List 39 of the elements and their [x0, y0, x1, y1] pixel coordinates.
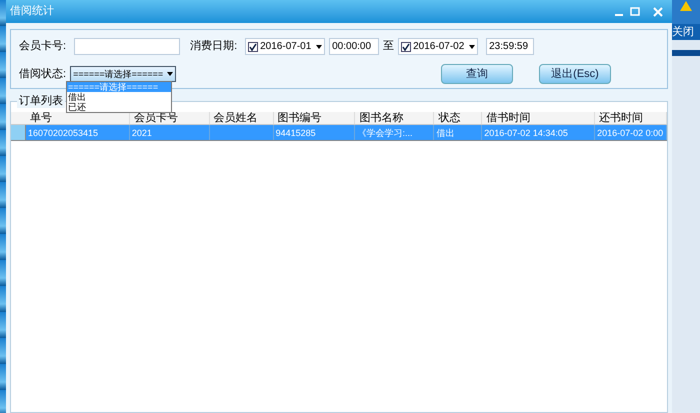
column-header[interactable]: 还书时间 [595, 112, 667, 124]
checkbox[interactable] [401, 42, 412, 52]
time-field[interactable]: 00:00:00 [329, 38, 380, 55]
panel-bar [672, 50, 700, 56]
field-label: 会员卡号: [19, 39, 66, 54]
table-cell: 94415285 [276, 128, 316, 138]
caret-icon [469, 44, 476, 48]
date-picker[interactable]: 2016-07-02 [398, 38, 478, 55]
caret-icon [316, 44, 322, 48]
card-number-field[interactable] [74, 38, 180, 55]
column-header[interactable]: 会员姓名 [210, 112, 274, 124]
checkbox[interactable] [248, 42, 258, 52]
field-label: 借阅状态: [19, 66, 66, 82]
dropdown-option[interactable]: 已还 [67, 102, 171, 112]
column-header[interactable]: 借书时间 [482, 112, 596, 124]
field-label: 消费日期: [190, 39, 238, 54]
search-button[interactable]: 查询 [441, 64, 513, 84]
table-cell: 2016-07-02 0:00 [597, 128, 664, 138]
range-separator: 至 [383, 39, 394, 54]
table-cell: 16070202053415 [28, 128, 98, 138]
table-cell: 2021 [132, 128, 152, 138]
date-picker[interactable]: 2016-07-01 [245, 38, 326, 55]
caret-icon [167, 72, 174, 76]
table-cell: 2016-07-02 14:34:05 [484, 128, 568, 138]
column-header[interactable]: 图书名称 [355, 112, 434, 124]
window-title: 借阅统计 [10, 4, 54, 20]
maximize-icon[interactable] [630, 6, 640, 16]
status-dropdown[interactable]: ======请选择====== [70, 66, 176, 82]
warning-icon [679, 0, 693, 12]
dropdown-option[interactable]: 借出 [67, 92, 171, 102]
group-title: 订单列表 [17, 94, 65, 108]
table-cell: 《学会学习:... [357, 128, 412, 138]
table-cell: 借出 [436, 128, 454, 138]
column-header[interactable]: 图书编号 [274, 112, 356, 124]
time-field[interactable]: 23:59:59 [486, 38, 534, 55]
close-icon[interactable] [652, 6, 664, 16]
panel-label: 关闭 [672, 24, 700, 40]
exit-button[interactable]: 退出(Esc) [539, 64, 611, 84]
column-header[interactable]: 状态 [434, 112, 482, 124]
